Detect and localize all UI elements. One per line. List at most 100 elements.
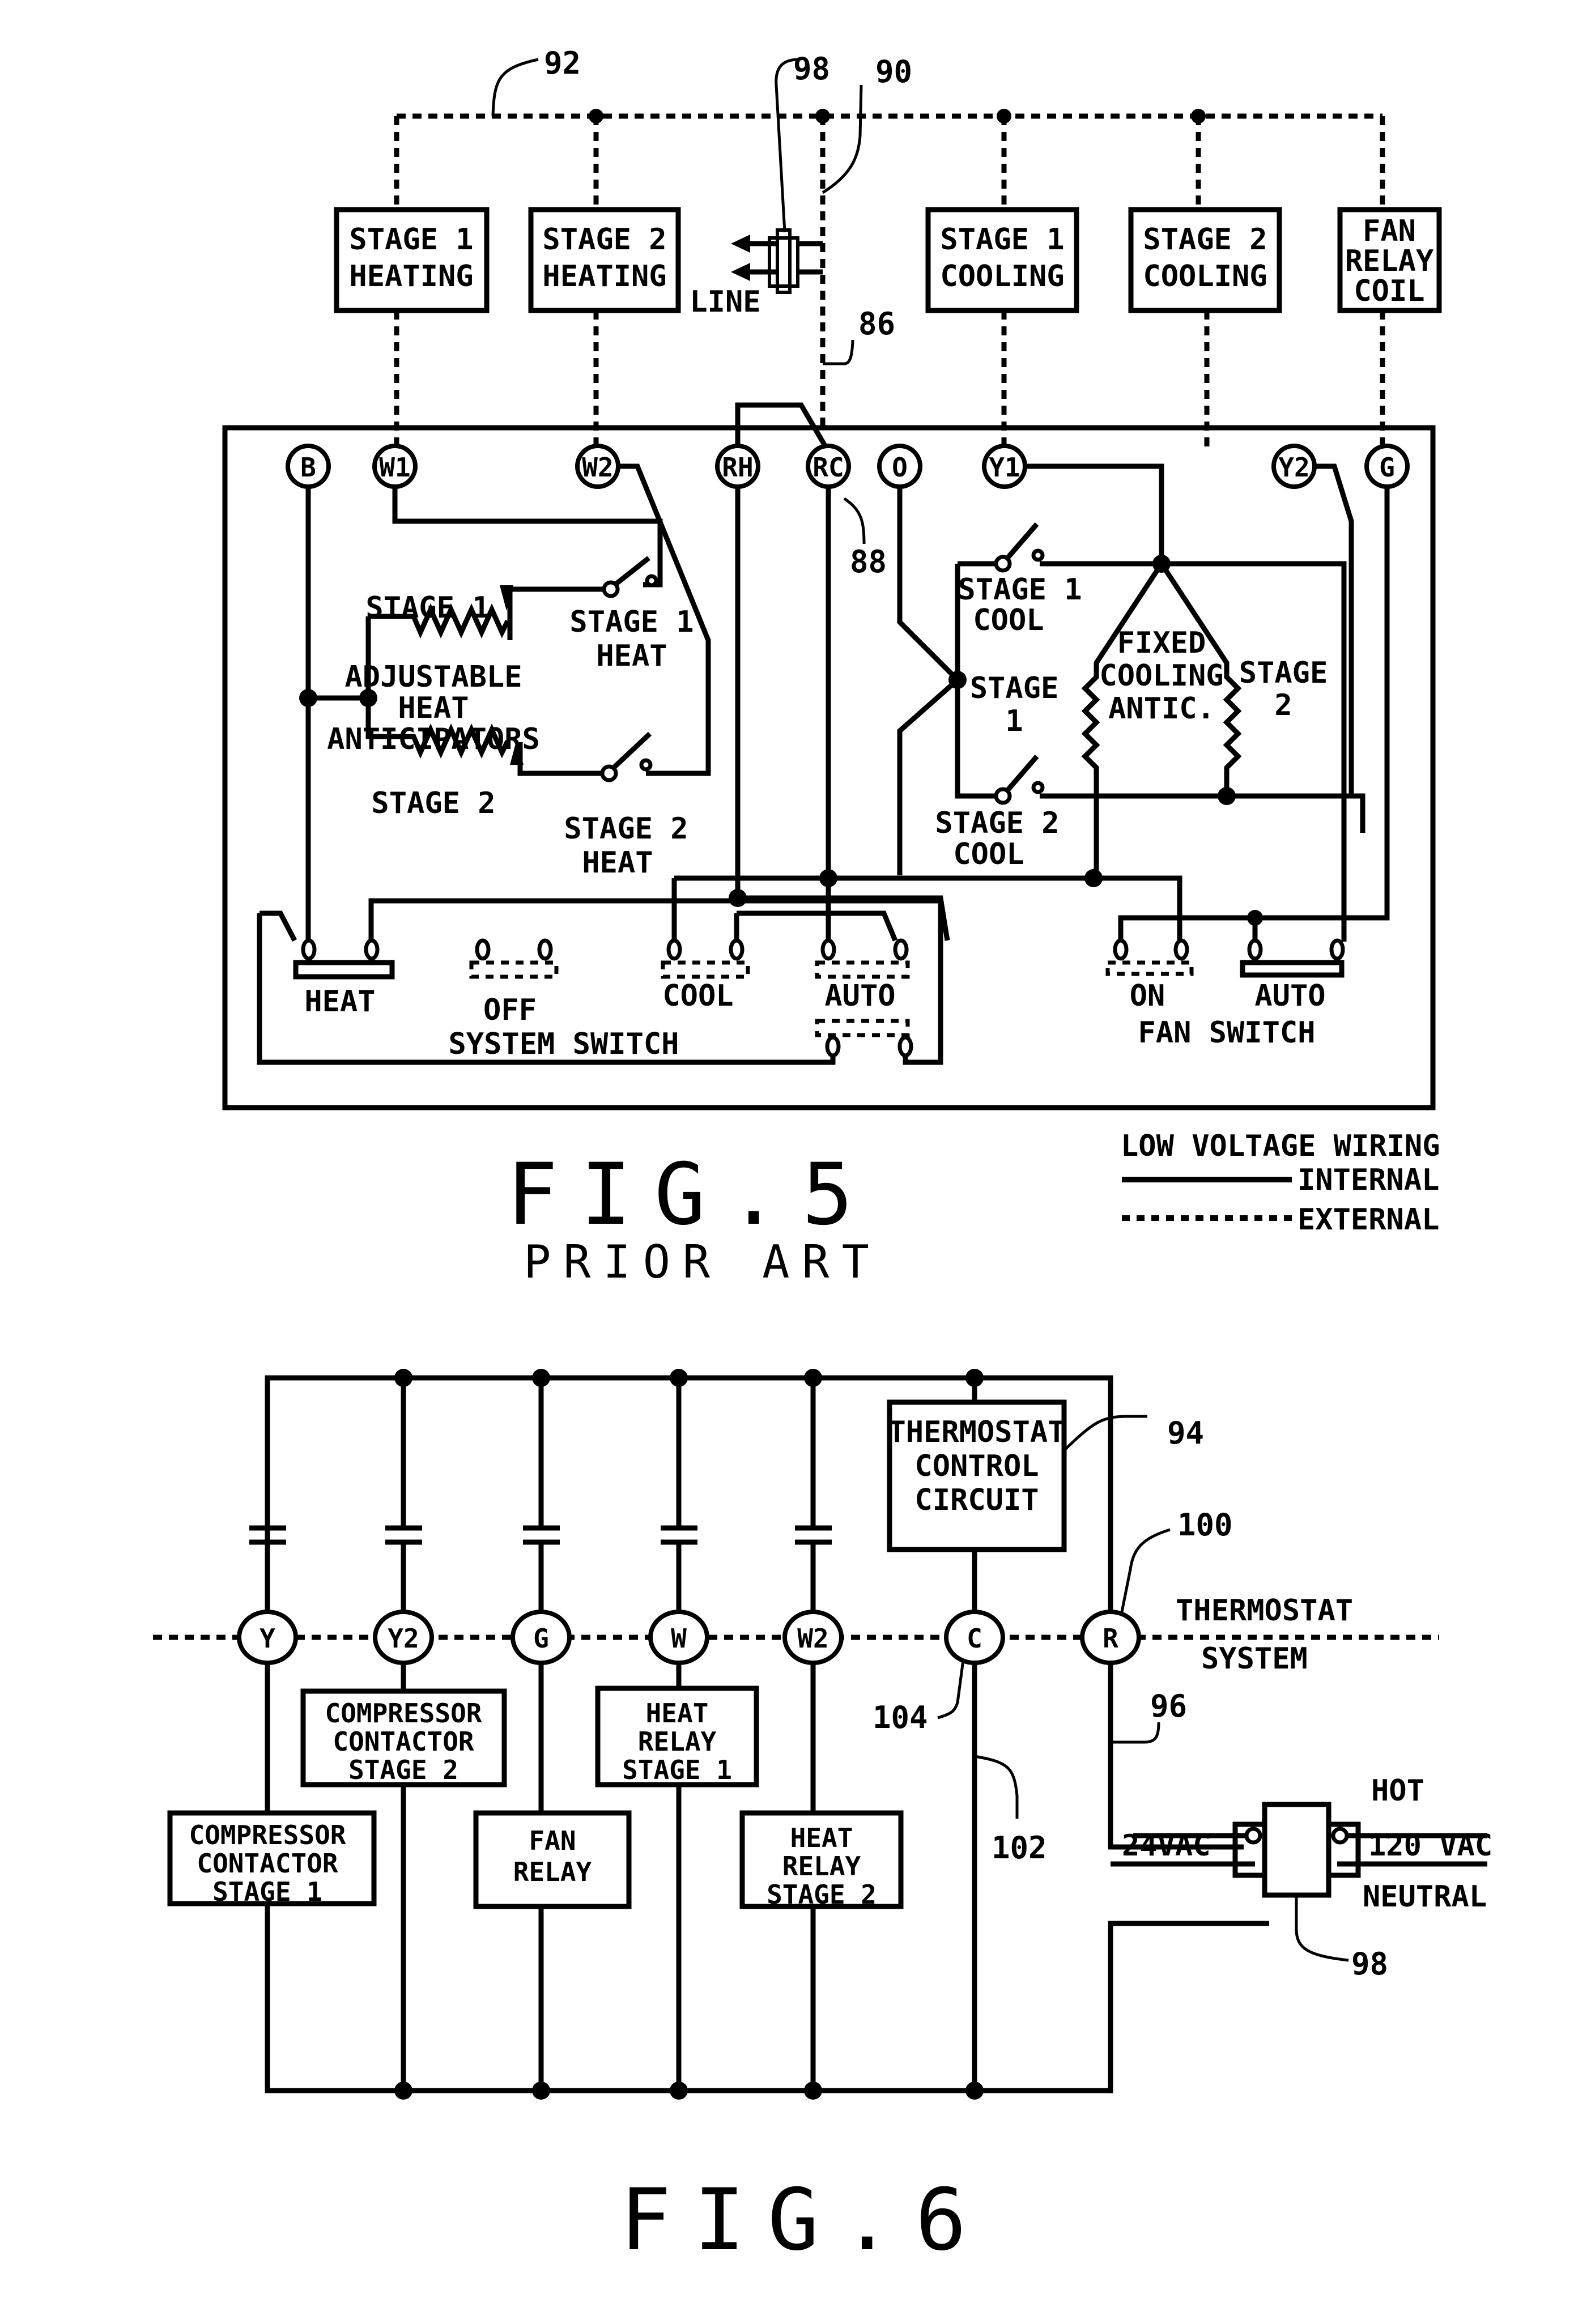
system-switch-title: SYSTEM SWITCH	[449, 1027, 679, 1061]
svg-text:STAGE 2: STAGE 2	[935, 806, 1059, 840]
svg-text:COMPRESSOR: COMPRESSOR	[325, 1698, 482, 1729]
svg-text:HEATING: HEATING	[542, 259, 666, 293]
terminal-g[interactable]: G	[1364, 444, 1410, 489]
svg-text:O: O	[892, 452, 908, 483]
svg-text:HEAT: HEAT	[646, 1698, 709, 1729]
terminal-y2[interactable]: Y2	[373, 1610, 434, 1665]
stage2-heat-switch[interactable]	[600, 731, 653, 782]
line-label: LINE	[690, 285, 760, 319]
system-switch-cool[interactable]: COOL	[661, 938, 750, 1013]
stage1-heat-switch[interactable]	[602, 556, 658, 598]
leader-86	[823, 339, 854, 365]
svg-text:FIXED: FIXED	[1117, 626, 1206, 660]
stage1-cool-switch[interactable]	[994, 522, 1045, 573]
terminal-y1[interactable]: Y1	[982, 444, 1027, 489]
leader-100	[1120, 1528, 1171, 1612]
svg-text:STAGE 2: STAGE 2	[542, 223, 666, 257]
fan-switch-auto[interactable]: AUTO	[1240, 938, 1345, 1013]
stage2-cool-switch[interactable]	[994, 755, 1045, 805]
system-switch-heat[interactable]: HEAT	[293, 938, 395, 1019]
load-fan-relay: FAN RELAY	[473, 1810, 632, 1909]
svg-text:STAGE 1: STAGE 1	[212, 1876, 322, 1907]
terminal-w1[interactable]: W1	[372, 444, 418, 489]
svg-text:CONTACTOR: CONTACTOR	[197, 1848, 338, 1879]
junction-dot	[299, 689, 317, 707]
load-stage1-heating: STAGE 1 HEATING	[334, 207, 490, 313]
ref-90: 90	[875, 54, 912, 90]
wiring-legend: LOW VOLTAGE WIRING INTERNAL EXTERNAL	[1121, 1129, 1440, 1237]
load-compressor-stage2: COMPRESSOR CONTACTOR STAGE 2	[300, 1688, 507, 1787]
svg-text:W: W	[671, 1623, 687, 1654]
fig5-terminals: B W1 W2 RH RC O Y1 Y2 G	[286, 444, 1410, 489]
fig6-terminals: Y Y2 G W W2 C R	[237, 1610, 1141, 1665]
svg-text:RELAY: RELAY	[513, 1857, 592, 1887]
load-stage2-cooling: STAGE 2 COOLING	[1128, 207, 1282, 313]
terminal-rh[interactable]: RH	[715, 444, 760, 489]
svg-text:AUTO: AUTO	[1254, 979, 1325, 1013]
system-switch-off[interactable]: OFF	[469, 938, 559, 1027]
ref-88: 88	[850, 544, 887, 580]
svg-text:HEAT: HEAT	[304, 985, 375, 1019]
fig5: 92 STAGE 1 HEATING STAGE 2 HEATING STAGE…	[222, 45, 1442, 1288]
terminal-c[interactable]: C	[944, 1610, 1005, 1665]
terminal-24vac[interactable]	[1244, 1827, 1262, 1845]
svg-text:C: C	[967, 1623, 982, 1654]
patent-drawing: 92 STAGE 1 HEATING STAGE 2 HEATING STAGE…	[153, 45, 1492, 2270]
load-heat-relay-stage2: HEAT RELAY STAGE 2	[739, 1810, 904, 1910]
svg-text:STAGE 1: STAGE 1	[569, 605, 694, 639]
terminal-o[interactable]: O	[877, 444, 922, 489]
svg-text:RELAY: RELAY	[638, 1726, 717, 1757]
svg-text:Y2: Y2	[388, 1623, 419, 1654]
ref-92: 92	[544, 45, 581, 81]
terminal-g[interactable]: G	[511, 1610, 572, 1665]
arrow-left-icon	[731, 235, 750, 253]
svg-text:STAGE 2: STAGE 2	[767, 1879, 877, 1910]
svg-text:ANTICIPATORS: ANTICIPATORS	[327, 722, 540, 756]
system-switch-auto[interactable]: AUTO	[815, 938, 913, 1058]
svg-text:STAGE 2: STAGE 2	[348, 1755, 458, 1785]
svg-text:Y2: Y2	[1278, 452, 1309, 483]
svg-text:STAGE 1: STAGE 1	[622, 1755, 732, 1785]
terminal-120vac[interactable]	[1331, 1827, 1349, 1845]
svg-text:STAGE 1: STAGE 1	[958, 573, 1082, 607]
svg-text:STAGE: STAGE	[1239, 656, 1328, 690]
fan-switch-on[interactable]: ON	[1105, 938, 1194, 1013]
leader-96	[1111, 1722, 1160, 1744]
transformer: 24VAC 120 VAC HOT NEUTRAL	[1111, 1774, 1492, 1926]
svg-text:CONTROL: CONTROL	[914, 1449, 1039, 1483]
terminal-w2[interactable]: W2	[782, 1610, 844, 1665]
ref-102: 102	[992, 1830, 1047, 1866]
junction-dot	[1247, 910, 1263, 926]
arrow-left-icon	[731, 263, 750, 281]
svg-text:HEAT: HEAT	[582, 846, 653, 880]
terminal-w2[interactable]: W2	[575, 444, 620, 489]
terminal-y2[interactable]: Y2	[1271, 444, 1317, 489]
svg-text:COOLING: COOLING	[940, 259, 1064, 293]
leader-98b	[1295, 1895, 1349, 1962]
svg-text:B: B	[300, 452, 316, 483]
svg-text:STAGE: STAGE	[970, 671, 1059, 705]
svg-text:FAN: FAN	[1363, 214, 1416, 248]
boundary-thermostat: THERMOSTAT	[1176, 1594, 1353, 1628]
leader-92	[491, 58, 539, 117]
terminal-b[interactable]: B	[286, 444, 331, 489]
ref-96: 96	[1150, 1688, 1187, 1724]
svg-text:1: 1	[1005, 704, 1023, 738]
terminal-w[interactable]: W	[648, 1610, 709, 1665]
junction-dot	[589, 109, 603, 124]
terminal-rc[interactable]: RC	[806, 444, 851, 489]
fan-switch[interactable]: ON AUTO FAN SWITCH	[1105, 938, 1345, 1050]
ref-98b: 98	[1351, 1946, 1388, 1982]
svg-text:HEATING: HEATING	[349, 259, 473, 293]
svg-text:COOLING: COOLING	[1143, 259, 1267, 293]
leader-102	[974, 1755, 1019, 1819]
ref-94: 94	[1167, 1415, 1204, 1451]
system-switch[interactable]: HEAT OFF COOL AUTO SYSTEM SWITCH	[293, 938, 913, 1061]
cool-section-labels: STAGE 1 COOL STAGE 1 FIXED COOLING ANTIC…	[935, 573, 1328, 871]
terminal-r[interactable]: R	[1080, 1610, 1141, 1665]
svg-text:COOL: COOL	[973, 603, 1044, 637]
svg-text:2: 2	[1274, 688, 1292, 722]
terminal-y[interactable]: Y	[237, 1610, 298, 1665]
svg-text:STAGE 2: STAGE 2	[1143, 223, 1267, 257]
svg-text:G: G	[1379, 452, 1395, 483]
